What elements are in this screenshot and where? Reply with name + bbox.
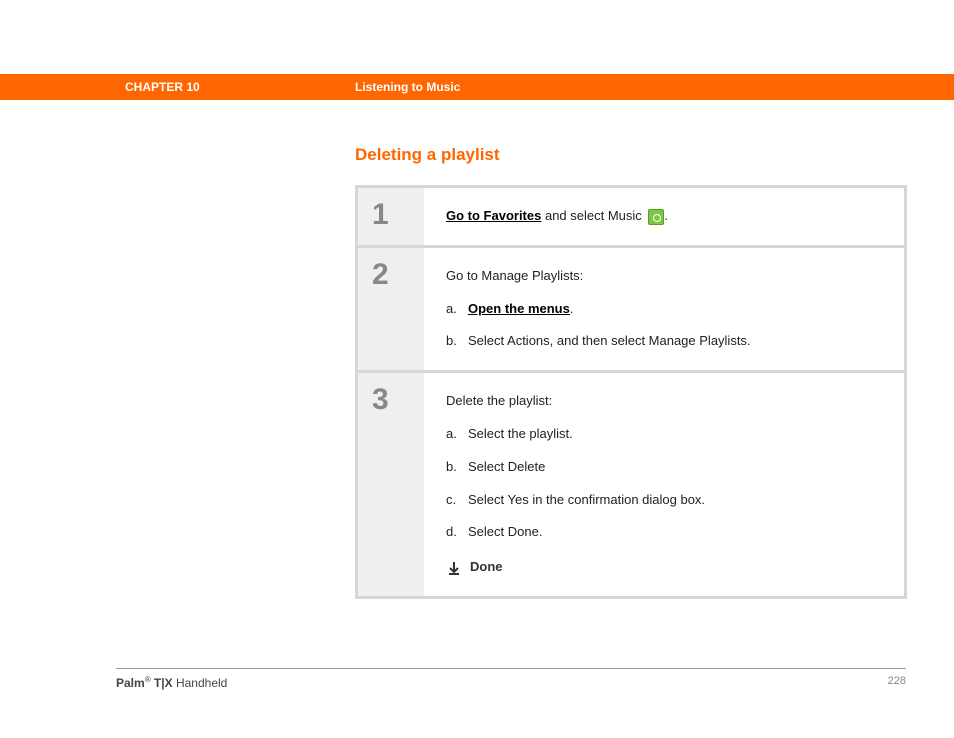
sub-label: a.: [446, 299, 468, 320]
step-number: 2: [358, 248, 424, 370]
step3-item-c: c. Select Yes in the confirmation dialog…: [446, 490, 882, 511]
chapter-label: CHAPTER 10: [125, 80, 200, 94]
step2-item-b: b. Select Actions, and then select Manag…: [446, 331, 882, 352]
sub-a-after: .: [570, 301, 574, 316]
footer-suffix: Handheld: [173, 676, 228, 690]
step-row-1: 1 Go to Favorites and select Music .: [358, 188, 904, 245]
page-footer: Palm® T|X Handheld 228: [116, 668, 906, 690]
step-body: Delete the playlist: a. Select the playl…: [424, 373, 904, 596]
done-indicator: Done: [446, 557, 882, 578]
sub-content: Select the playlist.: [468, 424, 573, 445]
step-body: Go to Manage Playlists: a. Open the menu…: [424, 248, 904, 370]
step3-intro: Delete the playlist:: [446, 391, 882, 412]
section-title: Deleting a playlist: [355, 145, 907, 165]
sub-content: Select Actions, and then select Manage P…: [468, 331, 751, 352]
sub-label: b.: [446, 331, 468, 352]
main-content: Deleting a playlist 1 Go to Favorites an…: [355, 145, 907, 599]
step3-sublist: a. Select the playlist. b. Select Delete…: [446, 424, 882, 543]
sub-label: d.: [446, 522, 468, 543]
step2-sublist: a. Open the menus. b. Select Actions, an…: [446, 299, 882, 353]
music-icon: [648, 209, 664, 225]
sub-content: Select Done.: [468, 522, 542, 543]
sub-label: c.: [446, 490, 468, 511]
done-arrow-icon: [446, 560, 462, 576]
sub-label: b.: [446, 457, 468, 478]
done-label: Done: [470, 557, 503, 578]
step-row-3: 3 Delete the playlist: a. Select the pla…: [358, 373, 904, 596]
step-number: 1: [358, 188, 424, 245]
step-body: Go to Favorites and select Music .: [424, 188, 904, 245]
go-to-favorites-link[interactable]: Go to Favorites: [446, 208, 541, 223]
step1-text: and select Music: [541, 208, 645, 223]
chapter-header: CHAPTER 10 Listening to Music: [0, 74, 954, 100]
step2-item-a: a. Open the menus.: [446, 299, 882, 320]
step2-intro: Go to Manage Playlists:: [446, 266, 882, 287]
sub-label: a.: [446, 424, 468, 445]
step1-period: .: [664, 208, 668, 223]
step-number: 3: [358, 373, 424, 596]
sub-content: Select Delete: [468, 457, 545, 478]
page-number: 228: [888, 675, 906, 690]
sub-content: Select Yes in the confirmation dialog bo…: [468, 490, 705, 511]
footer-product: Palm® T|X Handheld: [116, 675, 227, 690]
footer-model: T|X: [151, 676, 173, 690]
step3-item-d: d. Select Done.: [446, 522, 882, 543]
sub-content: Open the menus.: [468, 299, 573, 320]
footer-brand: Palm: [116, 676, 145, 690]
steps-table: 1 Go to Favorites and select Music . 2 G…: [355, 185, 907, 599]
step-row-2: 2 Go to Manage Playlists: a. Open the me…: [358, 248, 904, 370]
step3-item-b: b. Select Delete: [446, 457, 882, 478]
header-title: Listening to Music: [355, 80, 460, 94]
open-the-menus-link[interactable]: Open the menus: [468, 301, 570, 316]
step3-item-a: a. Select the playlist.: [446, 424, 882, 445]
